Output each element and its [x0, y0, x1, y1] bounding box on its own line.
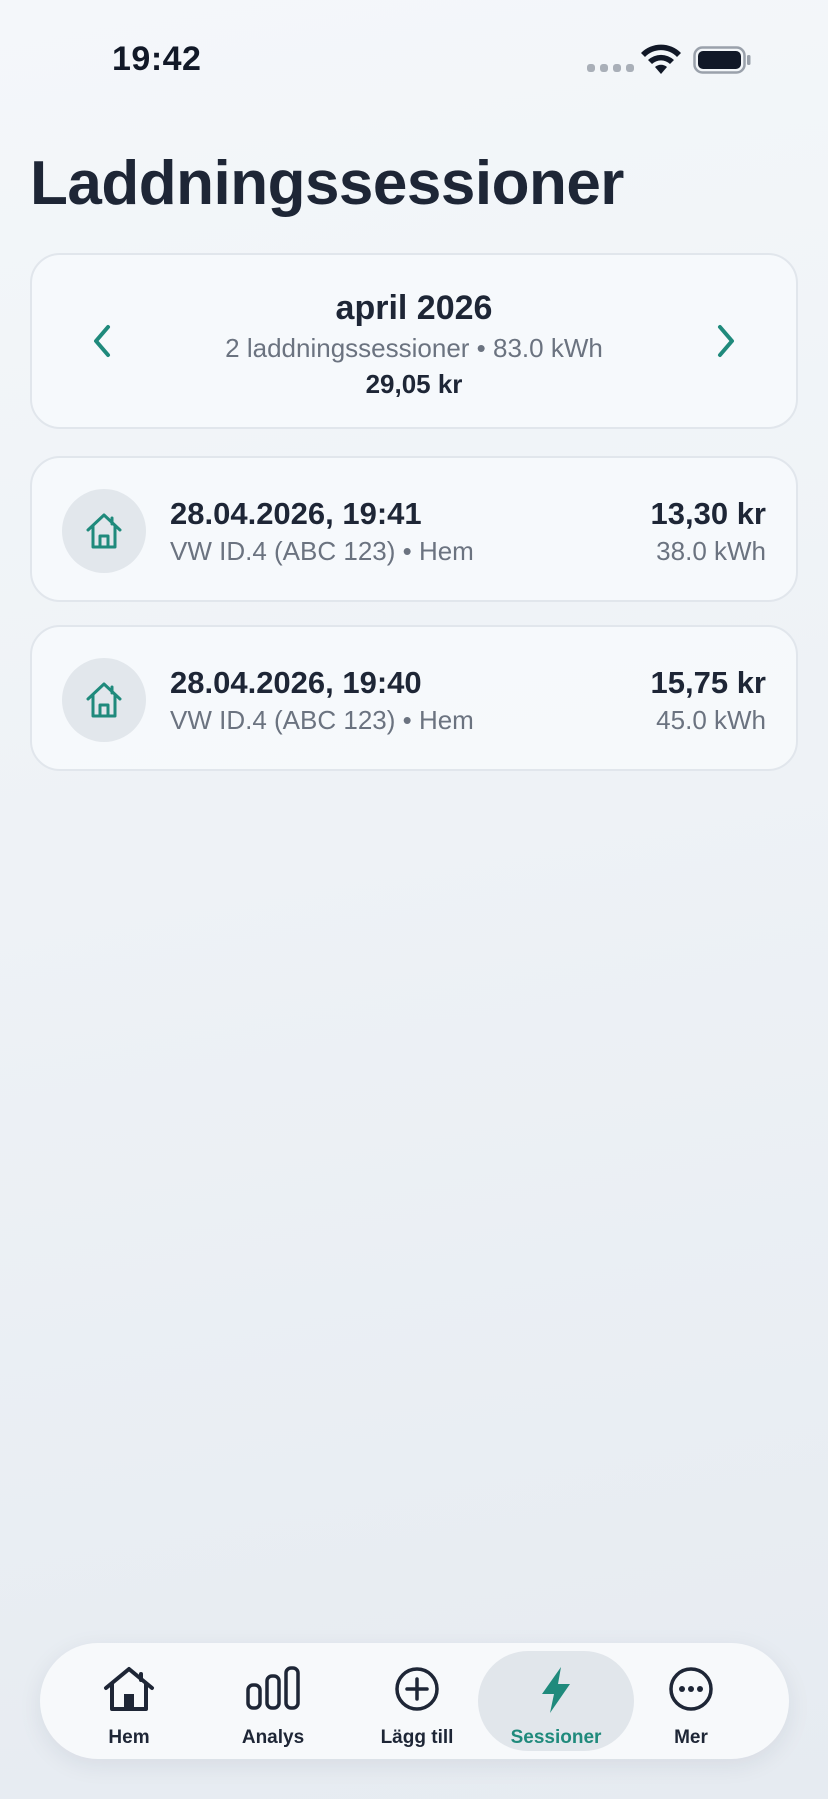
- session-card[interactable]: 28.04.2026, 19:40 VW ID.4 (ABC 123) • He…: [30, 625, 798, 771]
- tab-label: Analys: [241, 1727, 305, 1748]
- session-card[interactable]: 28.04.2026, 19:41 VW ID.4 (ABC 123) • He…: [30, 456, 798, 602]
- session-date: 28.04.2026, 19:41: [170, 496, 422, 531]
- session-energy: 38.0 kWh: [656, 536, 766, 566]
- session-date: 28.04.2026, 19:40: [170, 665, 422, 700]
- tab-lagg-till[interactable]: Lägg till: [339, 1651, 495, 1751]
- tab-label: Sessioner: [510, 1727, 602, 1748]
- tab-mer[interactable]: Mer: [626, 1651, 756, 1751]
- page-title: Laddningssessioner: [30, 149, 624, 218]
- month-summary-card: april 2026 2 laddningssessioner • 83.0 k…: [30, 253, 798, 429]
- home-icon: [104, 1667, 154, 1711]
- home-icon: [86, 682, 122, 718]
- session-vehicle-location: VW ID.4 (ABC 123) • Hem: [170, 536, 474, 566]
- next-month-button[interactable]: [696, 311, 756, 371]
- wifi-icon: [641, 44, 681, 74]
- status-time: 19:42: [112, 40, 202, 78]
- session-location-avatar: [62, 658, 146, 742]
- tab-bar: Hem Analys Lägg till Sessioner Mer: [40, 1643, 789, 1759]
- session-location-avatar: [62, 489, 146, 573]
- month-title: april 2026: [335, 289, 493, 327]
- tab-sessioner[interactable]: Sessioner: [478, 1651, 634, 1751]
- session-cost: 15,75 kr: [650, 665, 767, 700]
- bar-chart-icon: [246, 1666, 300, 1710]
- month-summary: 2 laddningssessioner • 83.0 kWh: [225, 333, 603, 363]
- month-total-cost: 29,05 kr: [365, 369, 463, 399]
- tab-hem[interactable]: Hem: [51, 1651, 207, 1751]
- tab-label: Lägg till: [380, 1727, 454, 1748]
- session-energy: 45.0 kWh: [656, 705, 766, 735]
- bolt-icon: [542, 1667, 570, 1713]
- chevron-right-icon: [718, 325, 734, 357]
- home-icon: [86, 513, 122, 549]
- cellular-signal-icon: [587, 64, 634, 72]
- tab-analys[interactable]: Analys: [195, 1651, 351, 1751]
- session-cost: 13,30 kr: [650, 496, 767, 531]
- tab-label: Hem: [108, 1727, 150, 1748]
- battery-icon: [693, 46, 751, 74]
- more-icon: [669, 1667, 713, 1711]
- tab-label: Mer: [674, 1727, 708, 1748]
- status-bar: 19:42: [0, 0, 828, 120]
- session-vehicle-location: VW ID.4 (ABC 123) • Hem: [170, 705, 474, 735]
- plus-circle-icon: [395, 1667, 439, 1711]
